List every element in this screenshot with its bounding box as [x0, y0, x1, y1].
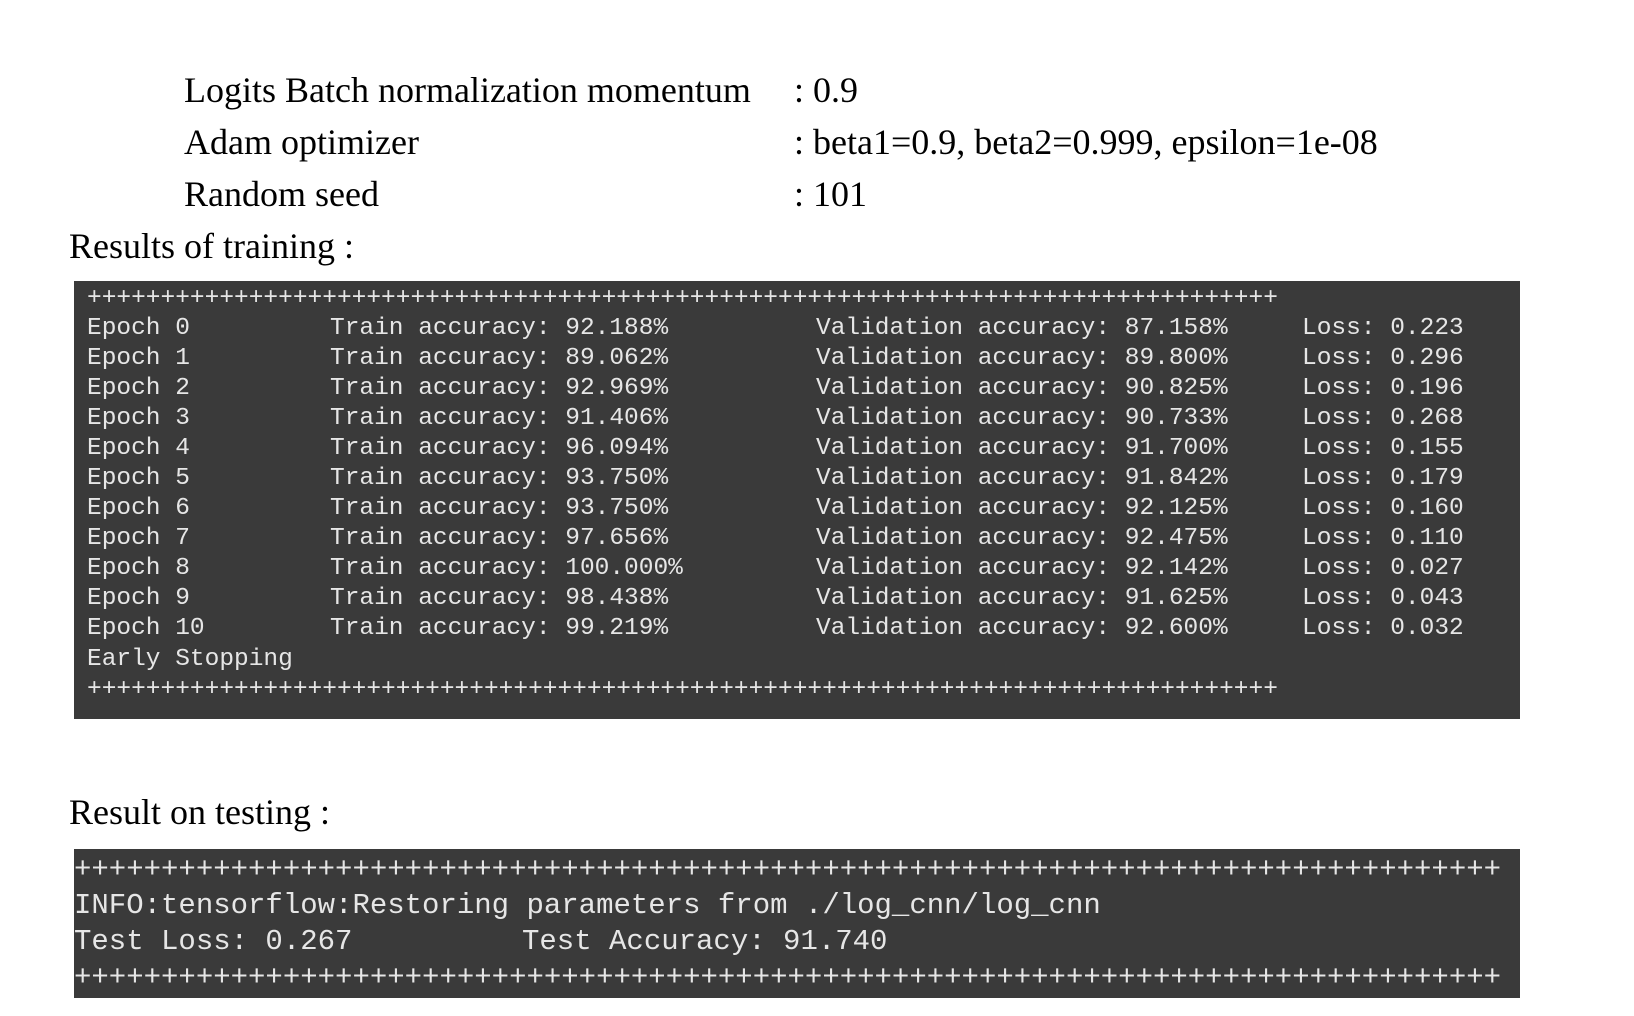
- validation-accuracy: Validation accuracy: 90.825%: [816, 375, 1228, 402]
- param-value: : beta1=0.9, beta2=0.999, epsilon=1e-08: [794, 122, 1378, 162]
- epoch-row: Epoch 4 Train accuracy: 96.094% Validati…: [87, 434, 1464, 464]
- testing-results-heading: Result on testing :: [69, 792, 330, 832]
- train-accuracy: Train accuracy: 98.438%: [330, 585, 669, 612]
- epoch-label: Epoch 5: [87, 465, 190, 492]
- validation-accuracy: Validation accuracy: 92.475%: [816, 525, 1228, 552]
- training-console-output: ++++++++++++++++++++++++++++++++++++++++…: [74, 281, 1520, 719]
- train-accuracy: Train accuracy: 92.969%: [330, 375, 669, 402]
- epoch-row: Epoch 1 Train accuracy: 89.062% Validati…: [87, 344, 1464, 374]
- loss-value: Loss: 0.223: [1302, 315, 1464, 342]
- train-accuracy: Train accuracy: 93.750%: [330, 495, 669, 522]
- console-border-bottom: ++++++++++++++++++++++++++++++++++++++++…: [87, 676, 1278, 703]
- train-accuracy: Train accuracy: 97.656%: [330, 525, 669, 552]
- train-accuracy: Train accuracy: 93.750%: [330, 465, 669, 492]
- validation-accuracy: Validation accuracy: 87.158%: [816, 315, 1228, 342]
- param-bn-momentum: Logits Batch normalization momentum : 0.…: [184, 64, 1484, 116]
- loss-value: Loss: 0.110: [1302, 525, 1464, 552]
- param-label: Random seed: [184, 174, 379, 214]
- validation-accuracy: Validation accuracy: 90.733%: [816, 405, 1228, 432]
- train-accuracy: Train accuracy: 89.062%: [330, 345, 669, 372]
- training-results-heading: Results of training :: [69, 226, 354, 266]
- param-random-seed: Random seed : 101: [184, 168, 1484, 220]
- validation-accuracy: Validation accuracy: 91.700%: [816, 435, 1228, 462]
- validation-accuracy: Validation accuracy: 92.125%: [816, 495, 1228, 522]
- epoch-row: Epoch 2 Train accuracy: 92.969% Validati…: [87, 374, 1464, 404]
- testing-console-output: ++++++++++++++++++++++++++++++++++++++++…: [74, 849, 1520, 998]
- epoch-label: Epoch 10: [87, 615, 205, 642]
- epoch-label: Epoch 6: [87, 495, 190, 522]
- loss-value: Loss: 0.268: [1302, 405, 1464, 432]
- parameters-list: Logits Batch normalization momentum : 0.…: [184, 64, 1484, 220]
- epoch-label: Epoch 4: [87, 435, 190, 462]
- loss-value: Loss: 0.027: [1302, 555, 1464, 582]
- loss-value: Loss: 0.043: [1302, 585, 1464, 612]
- epoch-label: Epoch 9: [87, 585, 190, 612]
- epoch-label: Epoch 1: [87, 345, 190, 372]
- epoch-row: Epoch 8 Train accuracy: 100.000% Validat…: [87, 554, 1464, 584]
- console-border-bottom: ++++++++++++++++++++++++++++++++++++++++…: [74, 961, 1502, 994]
- epoch-label: Epoch 0: [87, 315, 190, 342]
- validation-accuracy: Validation accuracy: 91.625%: [816, 585, 1228, 612]
- train-accuracy: Train accuracy: 91.406%: [330, 405, 669, 432]
- validation-accuracy: Validation accuracy: 91.842%: [816, 465, 1228, 492]
- loss-value: Loss: 0.032: [1302, 615, 1464, 642]
- epoch-row: Epoch 7 Train accuracy: 97.656% Validati…: [87, 524, 1464, 554]
- epoch-label: Epoch 3: [87, 405, 190, 432]
- loss-value: Loss: 0.179: [1302, 465, 1464, 492]
- epoch-row: Epoch 9 Train accuracy: 98.438% Validati…: [87, 584, 1464, 614]
- test-loss: Test Loss: 0.267: [74, 925, 353, 958]
- loss-value: Loss: 0.160: [1302, 495, 1464, 522]
- epoch-row: Epoch 6 Train accuracy: 93.750% Validati…: [87, 494, 1464, 524]
- train-accuracy: Train accuracy: 100.000%: [330, 555, 683, 582]
- restore-info-line: INFO:tensorflow:Restoring parameters fro…: [74, 889, 1101, 922]
- param-value: : 101: [794, 174, 868, 214]
- test-accuracy: Test Accuracy: 91.740: [522, 925, 888, 958]
- param-adam-optimizer: Adam optimizer : beta1=0.9, beta2=0.999,…: [184, 116, 1484, 168]
- train-accuracy: Train accuracy: 96.094%: [330, 435, 669, 462]
- loss-value: Loss: 0.196: [1302, 375, 1464, 402]
- train-accuracy: Train accuracy: 99.219%: [330, 615, 669, 642]
- epoch-row: Epoch 10 Train accuracy: 99.219% Validat…: [87, 614, 1464, 644]
- console-border-top: ++++++++++++++++++++++++++++++++++++++++…: [87, 285, 1278, 312]
- validation-accuracy: Validation accuracy: 92.142%: [816, 555, 1228, 582]
- loss-value: Loss: 0.296: [1302, 345, 1464, 372]
- epoch-row: Epoch 0 Train accuracy: 92.188% Validati…: [87, 314, 1464, 344]
- validation-accuracy: Validation accuracy: 92.600%: [816, 615, 1228, 642]
- param-label: Adam optimizer: [184, 122, 419, 162]
- epoch-row: Epoch 3 Train accuracy: 91.406% Validati…: [87, 404, 1464, 434]
- param-value: : 0.9: [794, 70, 859, 110]
- train-accuracy: Train accuracy: 92.188%: [330, 315, 669, 342]
- loss-value: Loss: 0.155: [1302, 435, 1464, 462]
- epoch-label: Epoch 8: [87, 555, 190, 582]
- early-stopping-message: Early Stopping: [87, 646, 293, 673]
- epoch-row: Epoch 5 Train accuracy: 93.750% Validati…: [87, 464, 1464, 494]
- epoch-label: Epoch 7: [87, 525, 190, 552]
- epoch-label: Epoch 2: [87, 375, 190, 402]
- validation-accuracy: Validation accuracy: 89.800%: [816, 345, 1228, 372]
- console-border-top: ++++++++++++++++++++++++++++++++++++++++…: [74, 853, 1502, 886]
- param-label: Logits Batch normalization momentum: [184, 70, 751, 110]
- test-metrics-row: Test Loss: 0.267 Test Accuracy: 91.740: [74, 924, 887, 960]
